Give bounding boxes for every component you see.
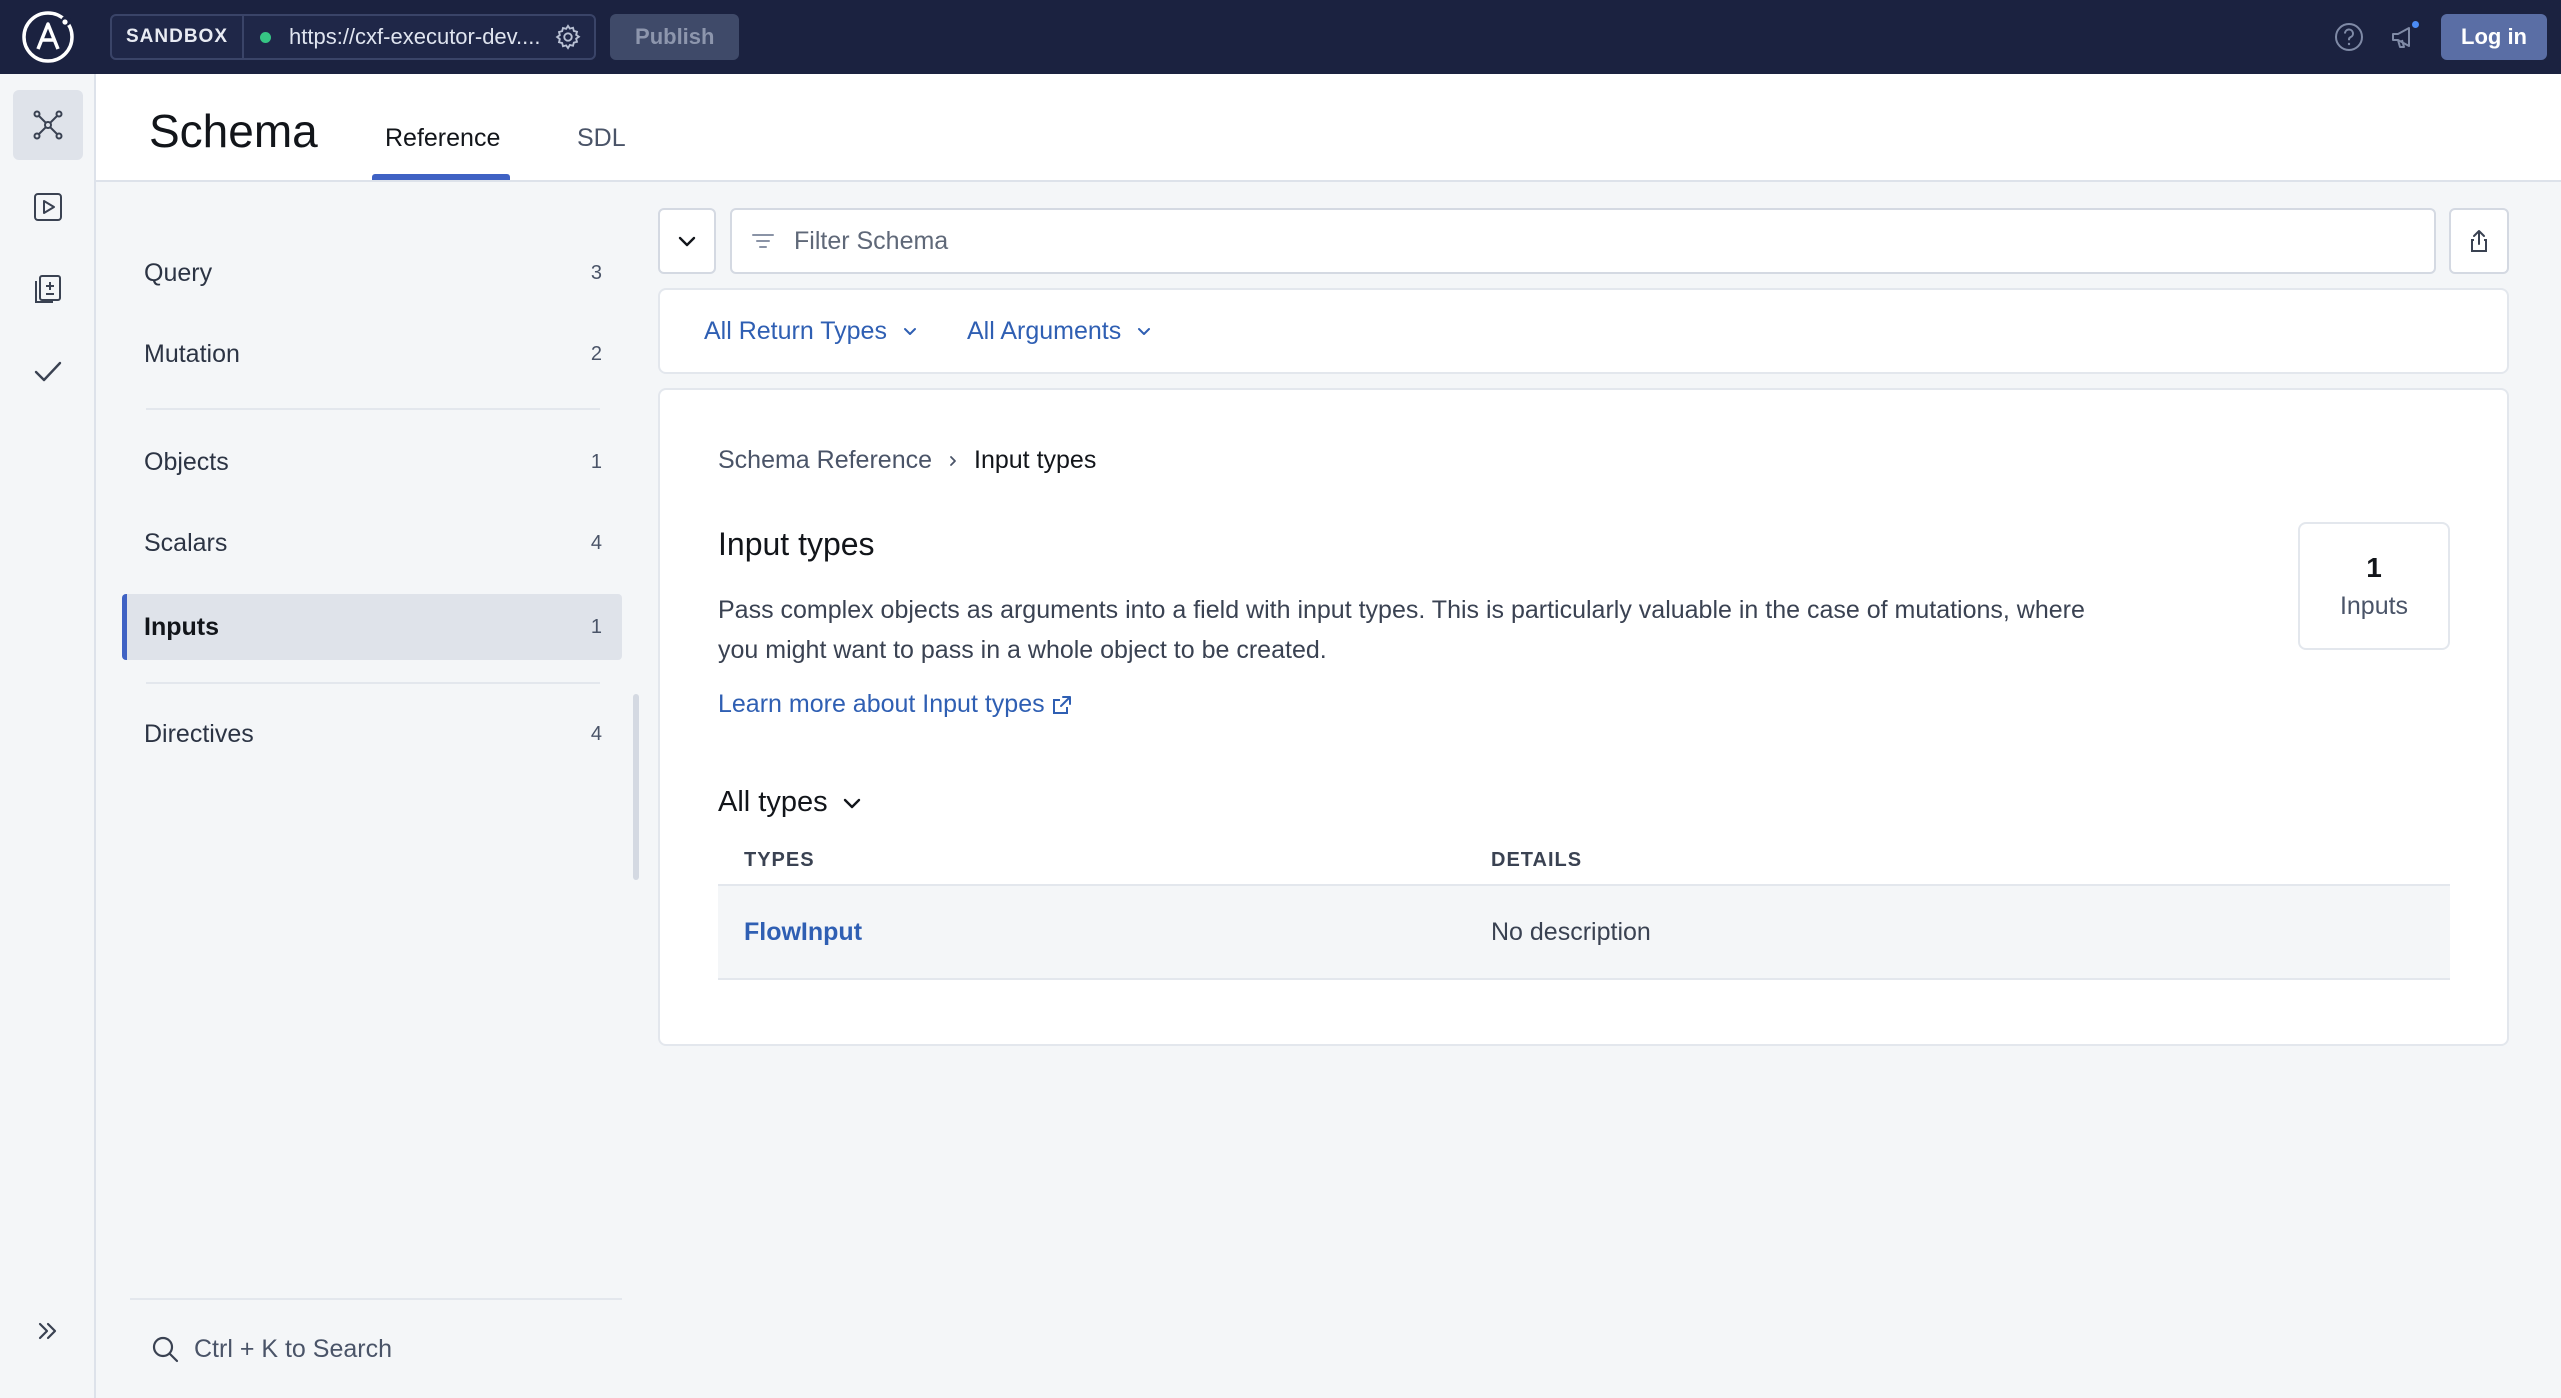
return-types-dropdown[interactable]: All Return Types — [704, 317, 919, 346]
sidebar-item-count: 2 — [590, 342, 602, 365]
checkmark-icon — [31, 354, 65, 388]
column-header-types: TYPES — [744, 848, 815, 871]
environment-selector[interactable]: SANDBOX https://cxf-executor-dev.... — [110, 14, 597, 60]
top-bar: SANDBOX https://cxf-executor-dev.... Pub… — [0, 0, 2561, 74]
sidebar-divider — [146, 682, 600, 684]
arguments-label: All Arguments — [966, 316, 1122, 345]
sidebar-item-count: 4 — [590, 531, 602, 554]
schema-sidebar: Query 3 Mutation 2 Objects 1 Scalars 4 I… — [96, 182, 639, 1398]
filter-schema-input[interactable] — [794, 226, 2294, 256]
sidebar-item-query[interactable]: Query 3 — [122, 240, 622, 306]
sidebar-item-label: Objects — [144, 447, 229, 476]
stat-value: 1 — [2366, 551, 2382, 583]
sidebar-scrollbar[interactable] — [633, 694, 639, 880]
rail-changelog[interactable] — [13, 254, 83, 324]
breadcrumb-current: Input types — [974, 446, 1097, 474]
rail-explorer[interactable] — [13, 172, 83, 242]
return-types-label: All Return Types — [704, 316, 887, 345]
double-chevron-right-icon — [34, 1317, 62, 1345]
sidebar-divider — [146, 408, 600, 410]
help-icon[interactable] — [2329, 17, 2369, 57]
play-icon — [31, 190, 65, 224]
external-link-icon — [1045, 694, 1073, 716]
rail-schema[interactable] — [13, 90, 83, 160]
stat-label: Inputs — [2339, 591, 2409, 620]
learn-more-label: Learn more about Input types — [718, 690, 1045, 718]
type-filters-row: All Return Types All Arguments — [658, 288, 2509, 374]
active-tab-indicator — [372, 174, 510, 180]
login-button[interactable]: Log in — [2441, 14, 2547, 60]
section-description: Pass complex objects as arguments into a… — [718, 596, 2085, 664]
apollo-logo-icon[interactable] — [0, 0, 96, 74]
publish-button[interactable]: Publish — [610, 14, 740, 60]
announcement-megaphone-icon[interactable] — [2385, 17, 2425, 57]
chevron-down-icon — [1121, 322, 1153, 340]
filter-lines-icon — [750, 228, 776, 254]
rail-checks[interactable] — [13, 336, 83, 406]
tab-reference[interactable]: Reference — [385, 124, 500, 153]
sidebar-item-count: 1 — [590, 615, 602, 638]
diff-document-icon — [31, 272, 65, 306]
breadcrumb-schema-reference[interactable]: Schema Reference — [718, 446, 932, 475]
chevron-down-icon — [828, 791, 864, 815]
sidebar-item-count: 1 — [590, 450, 602, 473]
topbar-actions: Log in — [2329, 0, 2547, 74]
left-rail — [0, 74, 96, 1398]
chevron-down-icon — [675, 229, 699, 253]
share-export-button[interactable] — [2449, 208, 2509, 274]
tab-sdl[interactable]: SDL — [577, 124, 626, 153]
table-header: TYPES DETAILS — [718, 836, 2450, 886]
type-name-link[interactable]: FlowInput — [718, 918, 1491, 947]
chevron-right-icon — [946, 454, 960, 468]
collapse-toggle-button[interactable] — [658, 208, 716, 274]
search-icon — [150, 1334, 180, 1364]
types-table: TYPES DETAILS FlowInput No description — [718, 836, 2450, 980]
filter-schema-field[interactable] — [730, 208, 2436, 274]
sidebar-item-count: 4 — [590, 722, 602, 745]
endpoint-url-text: https://cxf-executor-dev.... — [289, 24, 541, 49]
inputs-count-stat: 1 Inputs — [2298, 522, 2450, 650]
all-types-dropdown[interactable]: All types — [718, 786, 864, 819]
sidebar-item-label: Mutation — [144, 339, 240, 368]
sidebar-item-objects[interactable]: Objects 1 — [122, 429, 622, 495]
breadcrumb: Schema Reference Input types — [718, 446, 1096, 475]
sidebar-item-inputs[interactable]: Inputs 1 — [122, 594, 622, 660]
share-upload-icon — [2466, 228, 2492, 254]
rail-expand[interactable] — [13, 1296, 83, 1366]
section-title: Input types — [718, 526, 875, 562]
notification-dot — [2410, 19, 2422, 30]
quick-search[interactable]: Ctrl + K to Search — [130, 1298, 622, 1398]
gear-icon[interactable] — [554, 23, 582, 51]
sidebar-item-label: Scalars — [144, 528, 228, 557]
learn-more-link[interactable]: Learn more about Input types — [718, 690, 1073, 719]
input-types-card: Schema Reference Input types Input types… — [658, 388, 2509, 1046]
chevron-down-icon — [887, 322, 919, 340]
quick-search-label: Ctrl + K to Search — [194, 1334, 392, 1363]
connection-status-dot — [260, 31, 272, 43]
arguments-dropdown[interactable]: All Arguments — [967, 317, 1153, 346]
sandbox-badge: SANDBOX — [112, 16, 245, 58]
sidebar-item-label: Inputs — [144, 612, 219, 641]
page-title: Schema — [149, 105, 318, 157]
sidebar-item-label: Directives — [144, 719, 254, 748]
sidebar-item-directives[interactable]: Directives 4 — [122, 701, 622, 767]
table-row[interactable]: FlowInput No description — [718, 886, 2450, 980]
page-header: Schema Reference SDL — [96, 74, 2561, 182]
endpoint-url[interactable]: https://cxf-executor-dev.... — [244, 16, 594, 58]
schema-graph-icon — [31, 108, 65, 142]
column-header-details: DETAILS — [1491, 848, 1583, 871]
sidebar-item-mutation[interactable]: Mutation 2 — [122, 321, 622, 387]
type-details: No description — [1491, 917, 1651, 946]
sidebar-item-count: 3 — [590, 261, 602, 284]
all-types-label: All types — [718, 786, 828, 818]
sidebar-item-scalars[interactable]: Scalars 4 — [122, 510, 622, 576]
sidebar-item-label: Query — [144, 258, 213, 287]
